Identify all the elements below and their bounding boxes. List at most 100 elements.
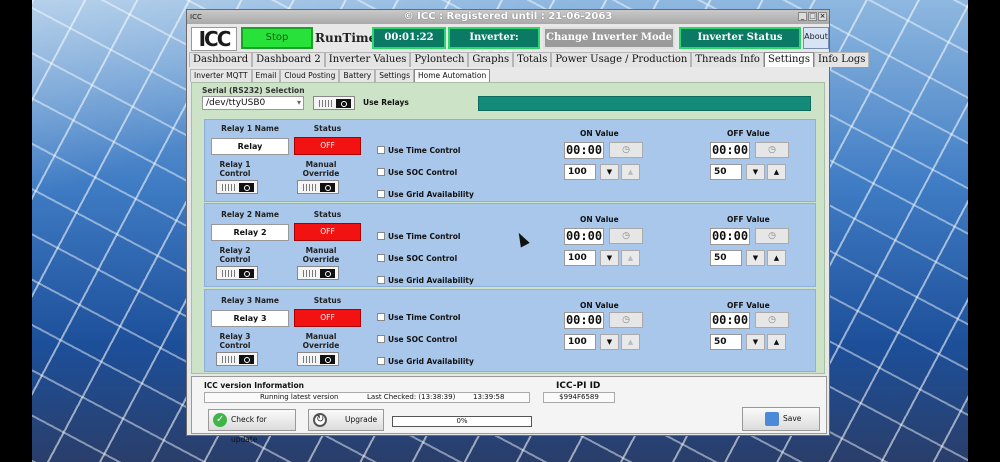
use-relays-label: Use Relays [363,98,409,107]
subtab-battery[interactable]: Battery [339,69,376,82]
subtab-email[interactable]: Email [251,69,281,82]
increment-icon[interactable]: ▲ [621,164,640,180]
minimize-icon[interactable]: _ [798,12,807,21]
relay-2-panel: Relay 2 Name Status Relay 2 OFF Relay 2 … [204,203,816,287]
relay-control-toggle[interactable] [216,266,258,280]
relay-status-indicator: OFF [294,137,361,155]
save-button[interactable]: Save [742,407,820,431]
time-control-checkbox[interactable] [377,232,385,240]
relay-control-toggle[interactable] [216,352,258,366]
increment-icon[interactable]: ▲ [767,334,786,350]
relay-name-input[interactable]: Relay 3 [211,310,289,327]
on-soc-input[interactable]: 100 [564,250,596,266]
subtab-inverter-mqtt[interactable]: Inverter MQTT [190,69,252,82]
clock-icon[interactable]: ◷ [609,142,643,158]
manual-override-toggle[interactable] [297,180,339,194]
chevron-down-icon: ▾ [296,98,301,107]
tab-threads-info[interactable]: Threads Info [691,52,764,67]
grid-availability-label: Use Grid Availability [388,276,474,285]
decrement-icon[interactable]: ▼ [746,250,765,266]
time-control-checkbox[interactable] [377,146,385,154]
relay-name-input[interactable]: Relay [211,138,289,155]
relay-name-input[interactable]: Relay 2 [211,224,289,241]
decrement-icon[interactable]: ▼ [746,334,765,350]
off-soc-input[interactable]: 50 [710,334,742,350]
change-inverter-mode-button[interactable]: Change Inverter Mode [543,27,675,49]
toggle-grip-icon [303,270,317,277]
use-relays-toggle[interactable] [313,96,355,110]
off-time-input[interactable]: 00:00 [710,142,750,159]
clock-icon[interactable]: ◷ [609,228,643,244]
tab-power-usage[interactable]: Power Usage / Production [551,52,692,67]
decrement-icon[interactable]: ▼ [600,250,619,266]
manual-override-toggle[interactable] [297,352,339,366]
decrement-icon[interactable]: ▼ [600,164,619,180]
off-time-input[interactable]: 00:00 [710,312,750,329]
manual-override-toggle[interactable] [297,266,339,280]
tab-totals[interactable]: Totals [513,52,552,67]
about-button[interactable]: About [803,27,829,49]
clock-icon[interactable]: ◷ [609,312,643,328]
pi-id-value: $994F6589 [543,392,615,403]
increment-icon[interactable]: ▲ [767,250,786,266]
runtime-value: 00:01:22 [372,27,446,49]
tab-settings[interactable]: Settings [763,52,814,67]
increment-icon[interactable]: ▲ [621,250,640,266]
save-label: Save [783,414,802,423]
increment-icon[interactable]: ▲ [621,334,640,350]
decrement-icon[interactable]: ▼ [746,164,765,180]
relay-control-label: Relay 2 Control [219,246,251,264]
title-bar[interactable]: ICC © ICC : Registered until : 21-06-206… [187,10,829,24]
tab-dashboard[interactable]: Dashboard [189,52,253,67]
on-time-input[interactable]: 00:00 [564,228,604,245]
soc-control-checkbox[interactable] [377,254,385,262]
tab-info-logs[interactable]: Info Logs [813,52,870,67]
upgrade-progress-bar: 0% [392,416,532,427]
serial-port-select[interactable]: /dev/ttyUSB0 ▾ [202,96,304,110]
on-soc-input[interactable]: 100 [564,164,596,180]
toggle-knob-icon [239,183,254,192]
time-control-checkbox[interactable] [377,313,385,321]
increment-icon[interactable]: ▲ [767,164,786,180]
tab-inverter-values[interactable]: Inverter Values [324,52,411,67]
last-checked-time: 13:39:58 [473,393,505,401]
relay-name-label: Relay 1 Name [221,124,279,133]
upgrade-button[interactable]: Upgrade [308,409,384,431]
time-control-label: Use Time Control [388,232,461,241]
grid-availability-checkbox[interactable] [377,276,385,284]
on-time-input[interactable]: 00:00 [564,312,604,329]
close-icon[interactable]: × [818,12,827,21]
soc-control-checkbox[interactable] [377,168,385,176]
stop-button[interactable]: Stop [241,27,313,49]
off-soc-input[interactable]: 50 [710,250,742,266]
off-time-input[interactable]: 00:00 [710,228,750,245]
serial-selection-label: Serial (RS232) Selection [202,86,305,95]
inverter-status-button[interactable]: Inverter Status [679,27,801,49]
off-value-label: OFF Value [727,301,770,310]
toggle-grip-icon [222,184,236,191]
subtab-settings[interactable]: Settings [375,69,414,82]
clock-icon[interactable]: ◷ [755,228,789,244]
off-soc-input[interactable]: 50 [710,164,742,180]
check-for-update-button[interactable]: Check for update [208,409,296,444]
on-soc-input[interactable]: 100 [564,334,596,350]
tab-pylontech[interactable]: Pylontech [410,52,469,67]
soc-control-checkbox[interactable] [377,335,385,343]
pi-id-label: ICC-PI ID [556,381,601,391]
tab-dashboard-2[interactable]: Dashboard 2 [252,52,325,67]
clock-icon[interactable]: ◷ [755,312,789,328]
maximize-icon[interactable]: □ [808,12,817,21]
toggle-grip-icon [222,270,236,277]
tab-graphs[interactable]: Graphs [468,52,514,67]
on-time-input[interactable]: 00:00 [564,142,604,159]
upgrade-label: Upgrade [345,415,378,424]
clock-icon[interactable]: ◷ [755,142,789,158]
subtab-cloud-posting[interactable]: Cloud Posting [280,69,340,82]
decrement-icon[interactable]: ▼ [600,334,619,350]
relay-control-toggle[interactable] [216,180,258,194]
relay-status-label: Status [313,210,342,219]
grid-availability-checkbox[interactable] [377,357,385,365]
off-value-label: OFF Value [727,215,770,224]
grid-availability-checkbox[interactable] [377,190,385,198]
subtab-home-automation[interactable]: Home Automation [413,69,491,82]
